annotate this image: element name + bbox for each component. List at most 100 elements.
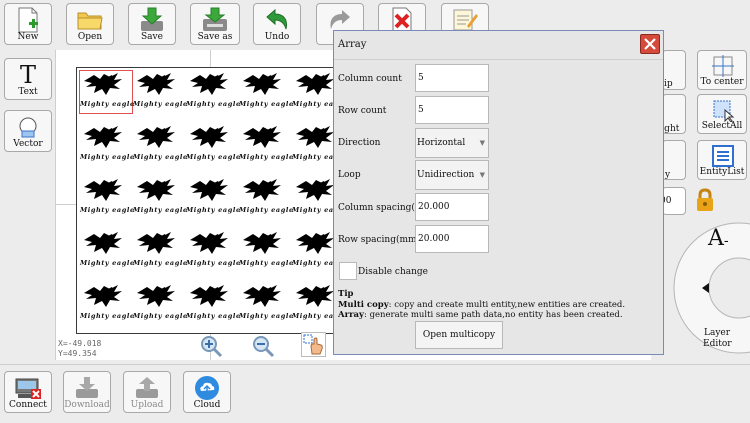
eagle-entity[interactable]: Mighty eagle <box>239 124 293 166</box>
eagle-entity[interactable]: Mighty eagle <box>186 230 241 272</box>
eagle-icon <box>296 73 334 95</box>
zoom-out-button[interactable] <box>251 334 275 358</box>
flip-button[interactable]: ip <box>662 50 686 90</box>
undo-arrow-icon <box>254 7 300 33</box>
lock-button[interactable] <box>692 187 718 213</box>
download-button[interactable]: Download <box>63 371 111 413</box>
eagle-caption: Mighty eagle <box>186 100 241 108</box>
eagle-caption: Mighty eagle <box>239 312 294 320</box>
to-center-button[interactable]: To center <box>697 50 747 90</box>
cloud-button[interactable]: Cloud <box>183 371 231 413</box>
value-field[interactable]: 00 <box>660 187 686 215</box>
eagle-entity[interactable]: Mighty eagle <box>239 230 293 272</box>
tip-title: Tip <box>338 289 354 299</box>
zoom-in-button[interactable] <box>199 334 223 358</box>
dialog-title-divider <box>334 59 663 60</box>
eagle-entity[interactable]: Mighty eagle <box>80 177 135 219</box>
eagle-icon <box>243 285 281 307</box>
eagle-caption: Mighty eagle <box>239 100 294 108</box>
disable-change-label: Disable change <box>358 267 428 277</box>
row-count-input[interactable]: 5 <box>415 96 489 124</box>
eagle-caption: Mighty eagle <box>186 206 241 214</box>
save-button[interactable]: Save <box>128 3 176 45</box>
eagle-icon <box>84 232 122 254</box>
undo-button[interactable]: Undo <box>253 3 301 45</box>
text-tool-button[interactable]: T Text <box>4 58 52 100</box>
eagle-icon <box>137 179 175 201</box>
save-as-label: Save as <box>197 32 233 42</box>
coordinate-x: X=-49.018 <box>58 339 102 348</box>
layer-editor-button[interactable]: Layer Editor <box>676 304 748 358</box>
select-all-button[interactable]: SelectAll <box>697 94 747 134</box>
save-label: Save <box>141 32 163 42</box>
eagle-caption: Mighty eagle <box>80 206 135 214</box>
eagle-entity[interactable]: Mighty eagle <box>239 71 294 113</box>
vector-shape-icon <box>5 114 51 140</box>
eagle-caption: Mighty eagle <box>186 259 241 267</box>
open-button[interactable]: Open <box>66 3 114 45</box>
layer-editor-label-1: Layer <box>704 328 731 338</box>
eagle-icon <box>190 285 228 307</box>
eagle-icon <box>296 285 334 307</box>
eagle-entity[interactable]: Mighty eagle <box>80 283 135 325</box>
layer-editor-label-2: Editor <box>703 339 732 349</box>
save-as-button[interactable]: Save as <box>190 3 240 45</box>
cloud-label: Cloud <box>193 400 221 410</box>
hand-select-button[interactable] <box>301 332 326 357</box>
column-spacing-input[interactable]: 20.000 <box>415 193 489 221</box>
eagle-entity[interactable]: Mighty eagle <box>186 71 241 113</box>
disable-change-checkbox[interactable] <box>339 262 357 280</box>
column-spacing-label-wrap: Column spacing(mm) <box>338 203 415 215</box>
eagle-caption: Mighty eagle <box>80 312 135 320</box>
eagle-entity[interactable]: Mighty eagle <box>186 177 241 219</box>
new-button[interactable]: New <box>4 3 52 45</box>
eagle-entity[interactable]: Mighty eagle <box>133 71 187 113</box>
open-multicopy-button[interactable]: Open multicopy <box>415 321 503 349</box>
entity-list-button[interactable]: EntityList <box>697 140 747 180</box>
text-tool-label: Text <box>18 87 38 97</box>
loop-select[interactable]: Unidirection ▼ <box>415 160 489 190</box>
eagle-entity[interactable]: Mighty eagle <box>186 283 240 325</box>
eagle-caption: Mighty eagle <box>133 312 188 320</box>
eagle-entity[interactable]: Mighty eagle <box>133 124 187 166</box>
tip-array-text: : generate multi same path data,no entit… <box>364 310 623 320</box>
to-center-label: To center <box>700 77 744 87</box>
eagle-entity[interactable]: Mighty eagle <box>239 177 294 219</box>
eagle-icon <box>84 179 122 201</box>
eagle-caption: Mighty eagle <box>239 206 294 214</box>
eagle-icon <box>137 232 175 254</box>
connect-button[interactable]: Connect <box>4 371 52 413</box>
text-style-button[interactable]: A- <box>708 226 729 251</box>
column-count-input[interactable]: 5 <box>415 64 489 92</box>
tip-multi-copy-term: Multi copy <box>338 300 389 310</box>
eagle-icon <box>84 285 122 307</box>
text-style-dash-icon: - <box>723 233 729 249</box>
eagle-entity[interactable]: Mighty eagle <box>133 283 188 325</box>
copy-button[interactable]: y <box>662 140 686 180</box>
eagle-entity[interactable]: Mighty eagle <box>80 124 134 166</box>
upload-button[interactable]: Upload <box>123 371 171 413</box>
align-right-button[interactable]: right <box>657 94 686 134</box>
new-file-icon <box>5 7 51 33</box>
text-t-icon: T <box>19 61 36 89</box>
coordinate-y: Y=49.354 <box>58 349 97 358</box>
undo-label: Undo <box>264 32 290 42</box>
vector-tool-button[interactable]: Vector <box>4 110 52 152</box>
eagle-entity[interactable]: Mighty eagle <box>79 70 134 114</box>
tip-array-term: Array <box>338 310 364 320</box>
eagle-entity[interactable]: Mighty eagle <box>133 177 187 219</box>
row-spacing-input[interactable]: 20.000 <box>415 225 489 253</box>
eagle-entity[interactable]: Mighty eagle <box>133 230 187 272</box>
eagle-icon <box>137 126 175 148</box>
eagle-icon <box>243 232 281 254</box>
eagle-entity[interactable]: Mighty eagle <box>186 124 240 166</box>
direction-select[interactable]: Horizontal ▼ <box>415 128 489 158</box>
eagle-entity[interactable]: Mighty eagle <box>239 283 294 325</box>
entity-list-label: EntityList <box>699 167 745 177</box>
text-style-glyph: A <box>708 226 724 251</box>
eagle-entity[interactable]: Mighty eagle <box>80 230 134 272</box>
array-preview[interactable]: Mighty eagle Mighty eagle Mighty eagle Migh… <box>76 67 353 334</box>
cloud-icon <box>184 375 230 401</box>
open-label: Open <box>77 32 103 42</box>
dialog-close-button[interactable] <box>640 34 660 54</box>
